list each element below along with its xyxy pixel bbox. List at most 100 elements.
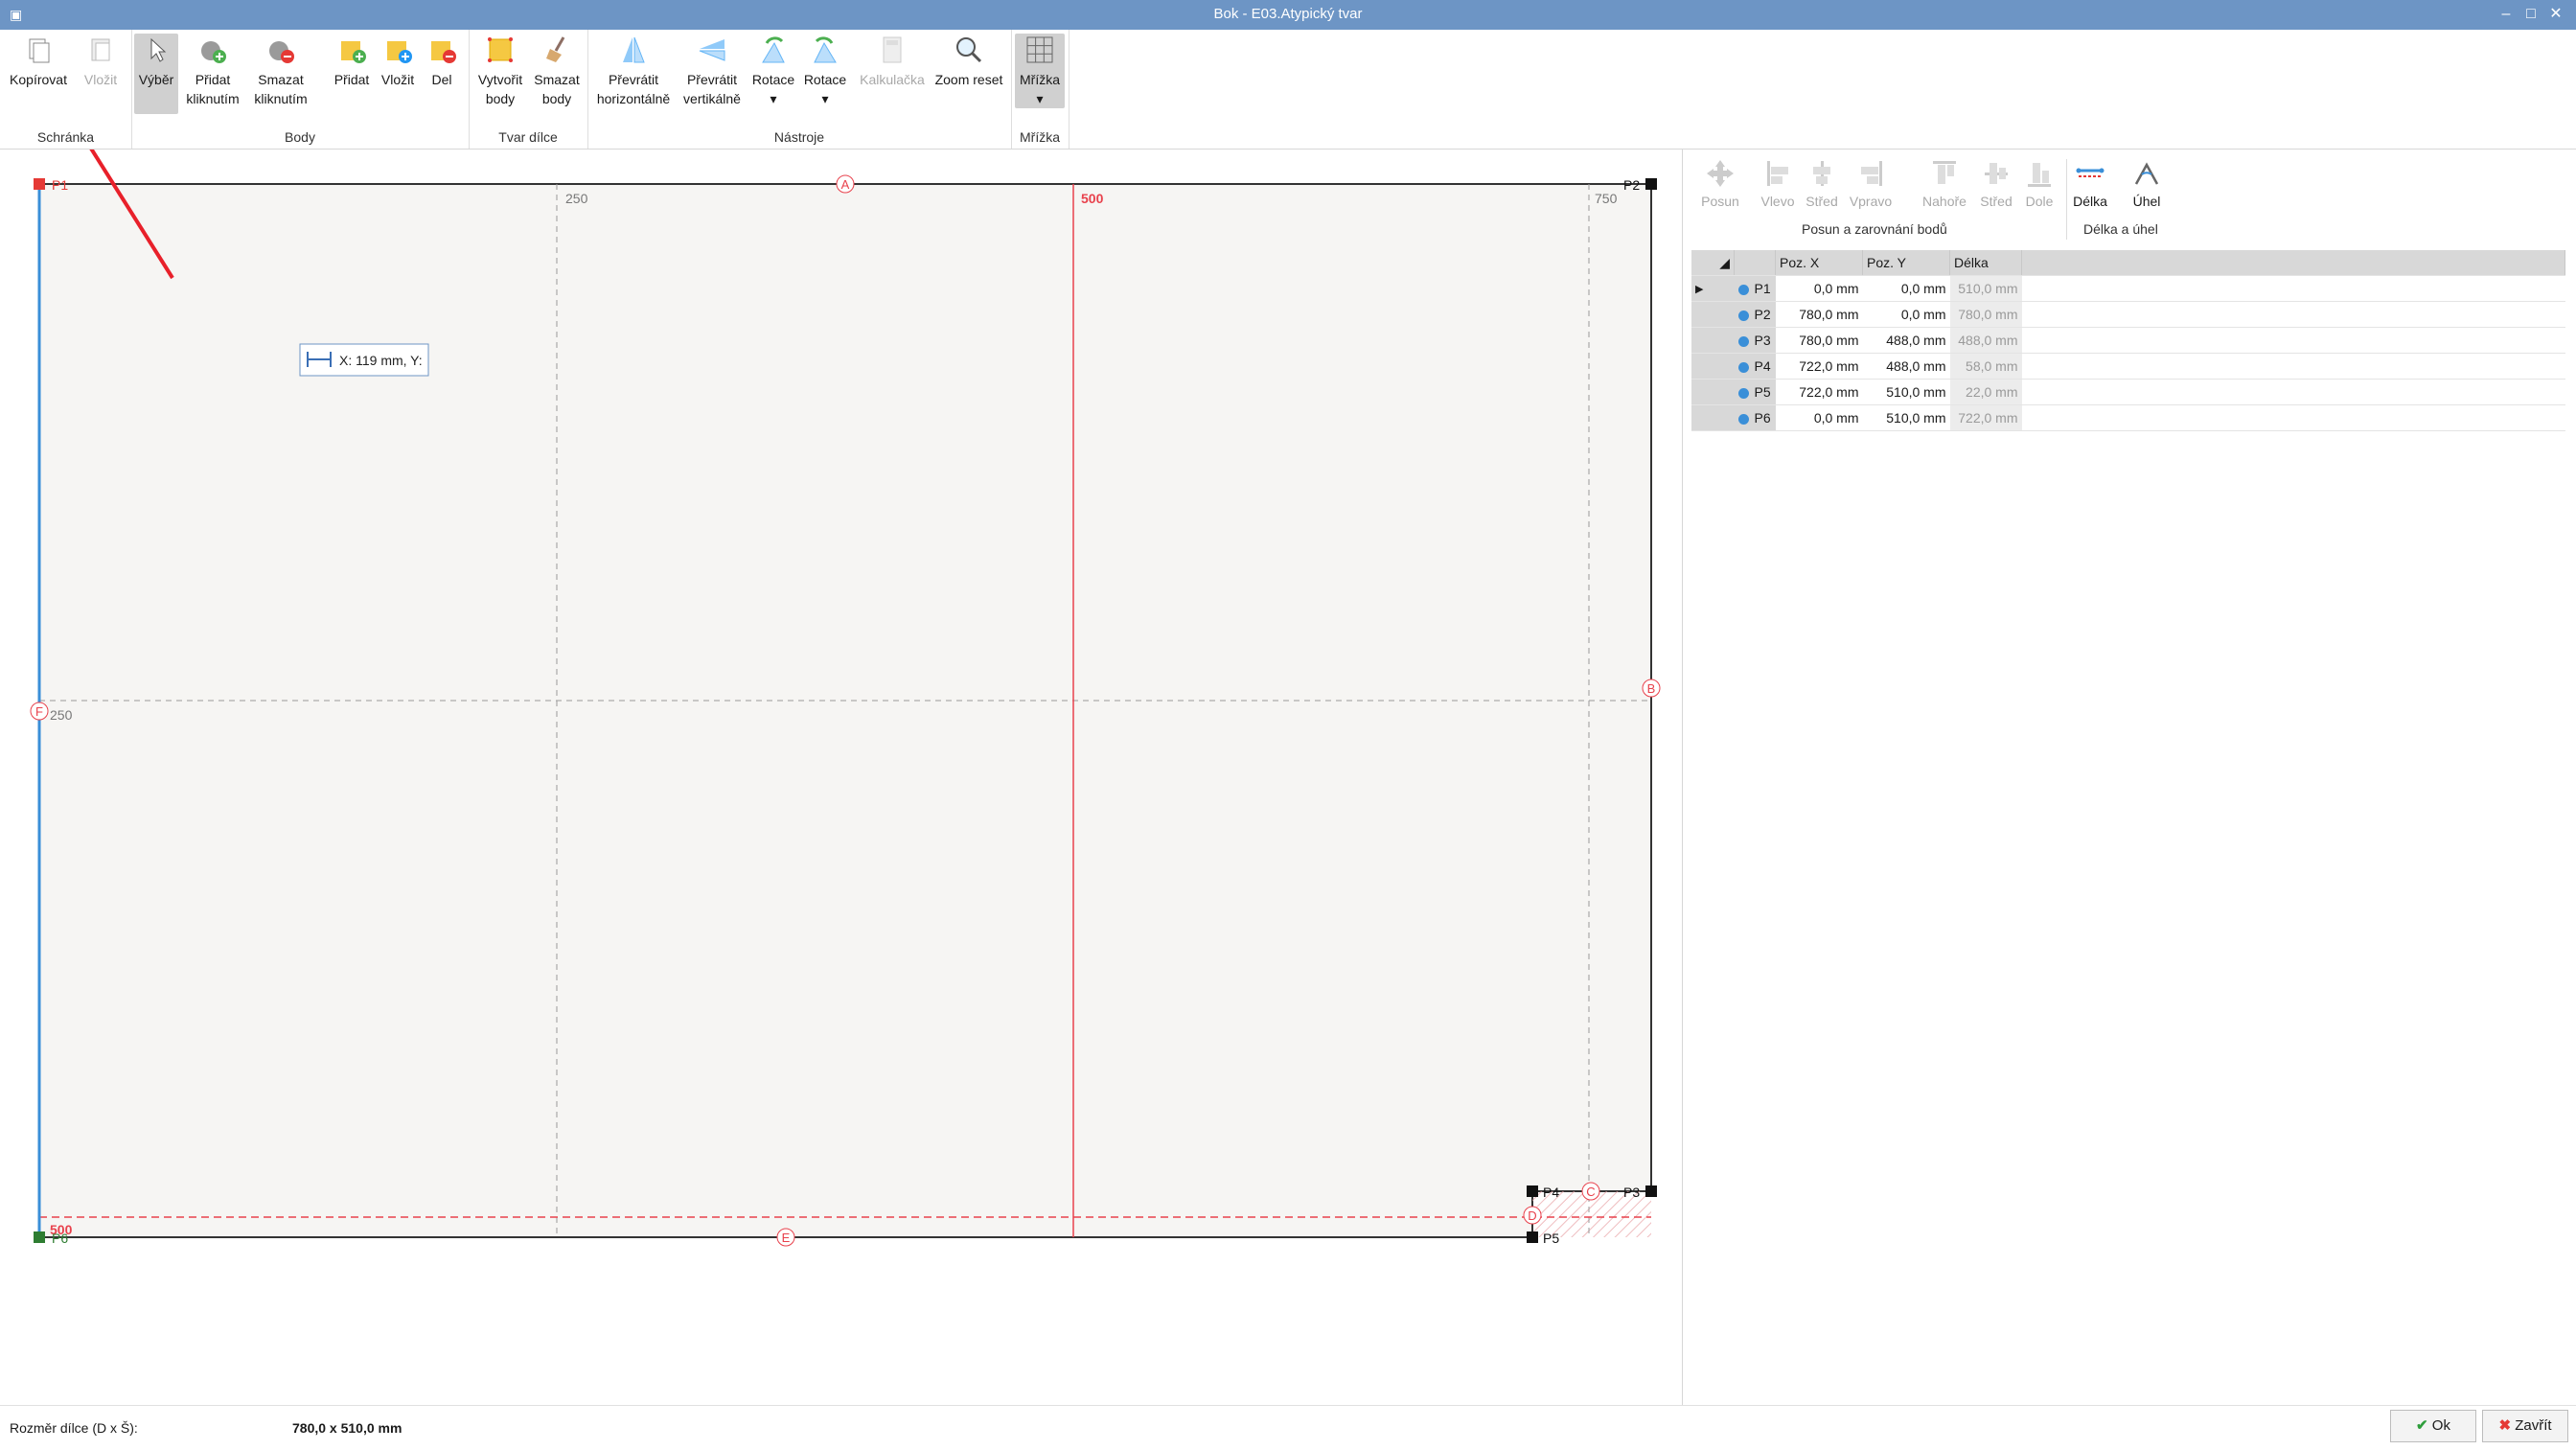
- x-cell[interactable]: 780,0 mm: [1775, 301, 1863, 328]
- smazat-kliknutim-button[interactable]: Smazat kliknutím: [247, 34, 314, 108]
- row-indicator: [1691, 353, 1735, 380]
- prevratit-v-label-2: vertikálně: [683, 91, 741, 106]
- column-header-x[interactable]: Poz. X: [1775, 250, 1863, 276]
- row-indicator: [1691, 404, 1735, 431]
- nahore-button[interactable]: Nahoře: [1920, 157, 1968, 209]
- group-nastroje: Převrátit horizontálně Převrátit vertiká…: [587, 30, 1012, 149]
- pridat-kliknutim-button[interactable]: Přidat kliknutím: [181, 34, 244, 108]
- prevratit-horizontalne-button[interactable]: Převrátit horizontálně: [591, 34, 676, 108]
- vpravo-label: Vpravo: [1849, 194, 1893, 209]
- marker-f[interactable]: F: [30, 702, 49, 721]
- kopirovat-button[interactable]: Kopírovat: [10, 34, 67, 89]
- panel-splitter[interactable]: [1682, 150, 1683, 1405]
- vlozit-button[interactable]: Vložit: [77, 34, 125, 89]
- mrizka-button[interactable]: Mřížka ▾: [1015, 34, 1065, 108]
- table-row[interactable]: ▶ P1 0,0 mm 0,0 mm 510,0 mm: [1691, 275, 2565, 302]
- smazat-body-button[interactable]: Smazat body: [530, 34, 584, 108]
- marker-a[interactable]: A: [836, 174, 855, 194]
- uhel-label: Úhel: [2132, 194, 2161, 209]
- drawing-canvas[interactable]: 250 500 750 250 500 A B C D E F P1 P2 P3…: [0, 150, 1682, 1405]
- select-all-corner[interactable]: ◢: [1691, 250, 1735, 276]
- delka-button[interactable]: Délka: [2068, 157, 2112, 209]
- point-p3: [1645, 1185, 1657, 1197]
- vyber-label: Výběr: [138, 72, 174, 87]
- prevratit-vertikalne-button[interactable]: Převrátit vertikálně: [678, 34, 747, 108]
- length-cell: 722,0 mm: [1949, 404, 2022, 431]
- x-cell[interactable]: 722,0 mm: [1775, 379, 1863, 405]
- delka-label: Délka: [2073, 194, 2107, 209]
- group-body: Výběr Přidat kliknutím Smazat kliknutím …: [131, 30, 470, 149]
- table-row[interactable]: P4 722,0 mm 488,0 mm 58,0 mm: [1691, 353, 2565, 380]
- rotace-left-button[interactable]: Rotace ▾: [748, 34, 798, 108]
- marker-b[interactable]: B: [1642, 679, 1661, 698]
- svg-text:B: B: [1647, 681, 1656, 696]
- kalkulacka-button[interactable]: Kalkulačka: [854, 34, 931, 89]
- stred-v-button[interactable]: Střed: [1976, 157, 2016, 209]
- ok-button[interactable]: ✔ Ok: [2390, 1410, 2476, 1442]
- stred-h-button[interactable]: Střed: [1802, 157, 1842, 209]
- column-header-y[interactable]: Poz. Y: [1862, 250, 1950, 276]
- vyber-button[interactable]: Výběr: [134, 34, 178, 114]
- close-button[interactable]: ✖ Zavřít: [2482, 1410, 2568, 1442]
- table-row[interactable]: P6 0,0 mm 510,0 mm 722,0 mm: [1691, 404, 2565, 431]
- marker-c[interactable]: C: [1581, 1182, 1600, 1201]
- prevratit-v-label-1: Převrátit: [686, 72, 738, 87]
- length-cell: 58,0 mm: [1949, 353, 2022, 380]
- guide-label-h250: 250: [50, 707, 73, 723]
- y-cell[interactable]: 0,0 mm: [1862, 275, 1950, 302]
- point-dot-icon: [1737, 335, 1749, 347]
- x-cell[interactable]: 780,0 mm: [1775, 327, 1863, 354]
- point-label-p2: P2: [1623, 177, 1640, 193]
- pridat-button[interactable]: Přidat: [331, 34, 373, 89]
- x-cell[interactable]: 722,0 mm: [1775, 353, 1863, 380]
- vytvorit-body-label-1: Vytvořit: [477, 72, 523, 87]
- y-cell[interactable]: 510,0 mm: [1862, 404, 1950, 431]
- vlozit-point-button[interactable]: Vložit: [377, 34, 419, 89]
- close-window-button[interactable]: ✕: [2542, 3, 2570, 26]
- point-cell: P3: [1734, 327, 1776, 354]
- y-cell[interactable]: 488,0 mm: [1862, 327, 1950, 354]
- rotace-right-button[interactable]: Rotace ▾: [800, 34, 850, 108]
- points-table: ◢ Poz. X Poz. Y Délka ▶ P1 0,0 mm 0,0 mm…: [1691, 250, 2565, 431]
- column-header-length[interactable]: Délka: [1949, 250, 2022, 276]
- y-cell[interactable]: 488,0 mm: [1862, 353, 1950, 380]
- x-cell[interactable]: 0,0 mm: [1775, 275, 1863, 302]
- dole-button[interactable]: Dole: [2022, 157, 2057, 209]
- smazat-kliknutim-label-2: kliknutím: [254, 91, 308, 106]
- flip-vertical-icon: [699, 39, 725, 61]
- vytvorit-body-button[interactable]: Vytvořit body: [472, 34, 528, 108]
- del-button[interactable]: Del: [423, 34, 461, 89]
- status-bar: Rozměr dílce (D x Š): 780,0 x 510,0 mm: [0, 1405, 2576, 1450]
- coordinate-tooltip: X: 119 mm, Y:: [299, 343, 429, 377]
- point-dot-icon: [1737, 284, 1749, 295]
- dimension-value: 780,0 x 510,0 mm: [292, 1420, 402, 1436]
- table-row[interactable]: P3 780,0 mm 488,0 mm 488,0 mm: [1691, 327, 2565, 354]
- filler-cell: [2021, 353, 2565, 380]
- zoom-reset-button[interactable]: Zoom reset: [931, 34, 1007, 89]
- x-cell[interactable]: 0,0 mm: [1775, 404, 1863, 431]
- posun-button[interactable]: Posun: [1696, 157, 1744, 209]
- grid-icon: [1026, 36, 1053, 63]
- zoom-icon: [956, 37, 982, 63]
- table-row[interactable]: P2 780,0 mm 0,0 mm 780,0 mm: [1691, 301, 2565, 328]
- vytvorit-body-label-2: body: [485, 91, 516, 106]
- tool-divider: [2066, 159, 2067, 240]
- y-cell[interactable]: 510,0 mm: [1862, 379, 1950, 405]
- align-right-icon: [1861, 161, 1882, 186]
- vpravo-button[interactable]: Vpravo: [1846, 157, 1896, 209]
- uhel-button[interactable]: Úhel: [2128, 157, 2166, 209]
- y-cell[interactable]: 0,0 mm: [1862, 301, 1950, 328]
- svg-text:D: D: [1528, 1208, 1536, 1223]
- marker-e[interactable]: E: [776, 1228, 795, 1247]
- rotace-left-label: Rotace: [751, 72, 795, 87]
- vlevo-button[interactable]: Vlevo: [1758, 157, 1798, 209]
- marker-d[interactable]: D: [1523, 1206, 1542, 1225]
- svg-text:X: 119 mm, Y:: X: 119 mm, Y:: [339, 353, 423, 368]
- delete-point-icon: [431, 41, 456, 63]
- broom-icon: [546, 36, 565, 62]
- pridat-kliknutim-label-1: Přidat: [195, 72, 231, 87]
- table-row[interactable]: P5 722,0 mm 510,0 mm 22,0 mm: [1691, 379, 2565, 405]
- del-label: Del: [431, 72, 452, 87]
- point-label-p4: P4: [1543, 1185, 1559, 1200]
- row-indicator: ▶: [1691, 275, 1735, 302]
